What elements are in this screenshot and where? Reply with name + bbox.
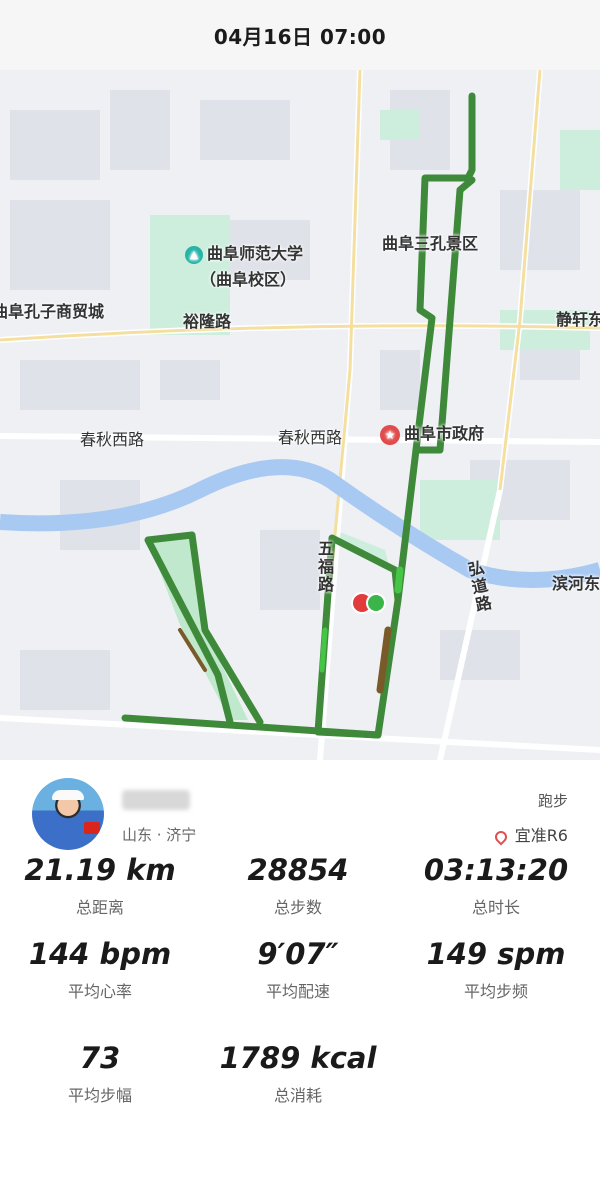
stat-value: 73 [79,1041,121,1075]
stat-stride: 73 平均步幅 [0,1038,200,1106]
top-bar: 04月16日 07:00 [0,0,600,70]
stat-heart-rate: 144 bpm 平均心率 [0,934,200,1002]
road-binhe: 滨河东 [552,574,600,593]
profile-section: 山东 · 济宁 跑步 宜准R6 [0,770,600,850]
poi-university-campus: （曲阜校区） [200,270,297,289]
map-canvas [0,70,600,760]
stat-steps: 28854 总步数 [198,850,398,918]
stat-label: 总消耗 [273,1086,322,1105]
road-jingxuan: 静轩东 [556,310,600,329]
stat-pace: 9′07″ 平均配速 [198,934,398,1002]
road-chunqiu-west-2: 春秋西路 [278,428,343,447]
stat-value: 1789 kcal [219,1041,377,1075]
stat-calories: 1789 kcal 总消耗 [198,1038,398,1106]
activity-datetime: 04月16日 07:00 [213,24,387,49]
government-icon: ★ [380,424,400,445]
avatar[interactable] [32,778,104,850]
road-yulong: 裕隆路 [183,312,232,331]
stat-label: 平均步幅 [67,1086,132,1105]
stat-label: 平均配速 [265,982,330,1001]
stat-label: 平均心率 [67,982,132,1001]
route-map[interactable]: ▲ 曲阜师范大学 （曲阜校区） 曲阜三孔景区 曲阜孔子商贸城 裕隆路 静轩东 春秋… [0,70,600,760]
poi-university[interactable]: ▲ 曲阜师范大学 [185,240,303,264]
flag-icon [84,822,100,834]
poi-scenic[interactable]: 曲阜三孔景区 [382,230,478,254]
stat-value: 9′07″ [257,937,339,971]
stat-label: 总步数 [273,898,322,917]
stat-label: 总距离 [75,898,124,917]
sport-type: 跑步 [537,792,568,810]
stat-value: 21.19 km [24,853,176,887]
avatar-cap [52,790,84,800]
location-pin-icon [492,828,510,845]
device-name: 宜准R6 [492,822,568,846]
stat-value: 149 spm [426,937,566,971]
education-icon: ▲ [185,245,203,264]
username-blurred [122,790,190,810]
stat-duration: 03:13:20 总时长 [396,850,596,918]
user-location: 山东 · 济宁 [122,826,197,844]
stat-value: 28854 [247,853,349,887]
stat-label: 总时长 [471,898,520,917]
stat-value: 03:13:20 [423,853,569,887]
road-wufu: 五福路 [315,540,334,594]
road-chunqiu-west-1: 春秋西路 [80,430,145,449]
stat-distance: 21.19 km 总距离 [0,850,200,918]
stat-value: 144 bpm [28,937,172,971]
stat-label: 平均步频 [463,982,528,1001]
poi-mall[interactable]: 曲阜孔子商贸城 [0,298,104,322]
poi-government[interactable]: ★ 曲阜市政府 [380,420,484,445]
stat-cadence: 149 spm 平均步频 [396,934,596,1002]
